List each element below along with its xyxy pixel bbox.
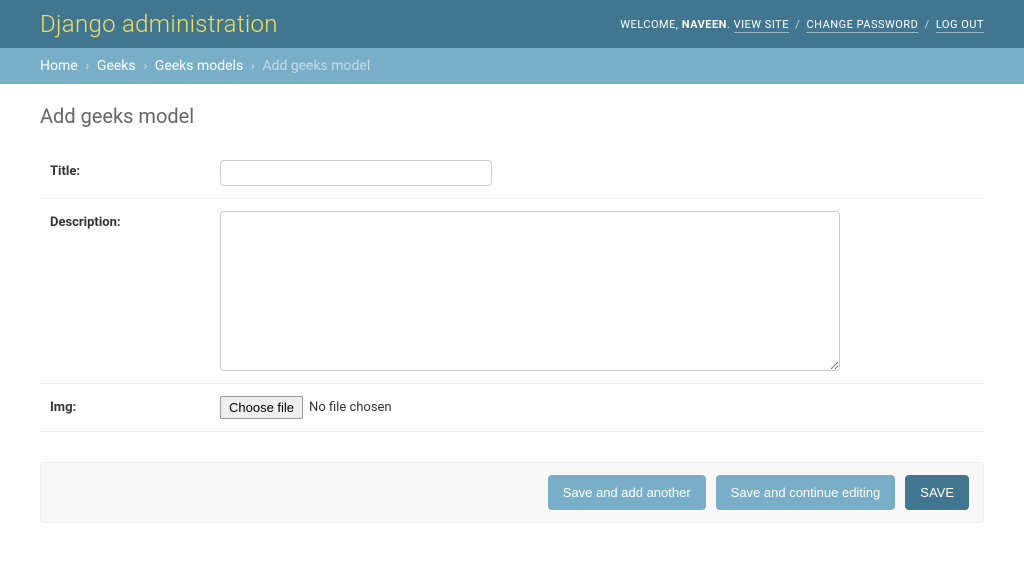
form-row-description: Description: (40, 199, 984, 384)
link-separator: / (792, 18, 804, 31)
breadcrumb-current: Add geeks model (262, 58, 370, 74)
change-password-link[interactable]: CHANGE PASSWORD (806, 18, 918, 33)
save-continue-editing-button[interactable]: Save and continue editing (716, 475, 896, 510)
logout-link[interactable]: LOG OUT (936, 18, 984, 33)
view-site-link[interactable]: VIEW SITE (734, 18, 789, 33)
save-add-another-button[interactable]: Save and add another (548, 475, 706, 510)
title-label: Title: (50, 160, 220, 179)
page-title: Add geeks model (40, 104, 984, 128)
header: Django administration WELCOME, NAVEEN. V… (0, 0, 1024, 48)
site-title: Django administration (40, 10, 278, 38)
breadcrumb-model[interactable]: Geeks models (155, 58, 243, 74)
choose-file-button[interactable]: Choose file (220, 396, 303, 419)
breadcrumb: Home › Geeks › Geeks models › Add geeks … (0, 48, 1024, 84)
username: NAVEEN (682, 18, 727, 31)
submit-row: Save and add another Save and continue e… (40, 462, 984, 523)
title-input[interactable] (220, 160, 492, 186)
content: Add geeks model Title: Description: Img:… (0, 84, 1024, 543)
description-textarea[interactable] (220, 211, 840, 371)
img-label: Img: (50, 396, 220, 415)
user-tools: WELCOME, NAVEEN. VIEW SITE / CHANGE PASS… (620, 18, 984, 31)
breadcrumb-sep: › (143, 58, 147, 74)
file-input-wrap: Choose file No file chosen (220, 396, 392, 419)
breadcrumb-home[interactable]: Home (40, 58, 78, 74)
link-separator: / (921, 18, 933, 31)
breadcrumb-sep: › (85, 58, 89, 74)
form-row-title: Title: (40, 148, 984, 199)
add-form: Title: Description: Img: Choose file No … (40, 148, 984, 523)
save-button[interactable]: SAVE (905, 475, 969, 510)
breadcrumb-sep: › (251, 58, 255, 74)
description-label: Description: (50, 211, 220, 230)
breadcrumb-app[interactable]: Geeks (97, 58, 136, 74)
dot-separator: . (727, 18, 734, 31)
file-status: No file chosen (309, 400, 392, 415)
form-row-img: Img: Choose file No file chosen (40, 384, 984, 432)
welcome-text: WELCOME, (620, 18, 682, 31)
